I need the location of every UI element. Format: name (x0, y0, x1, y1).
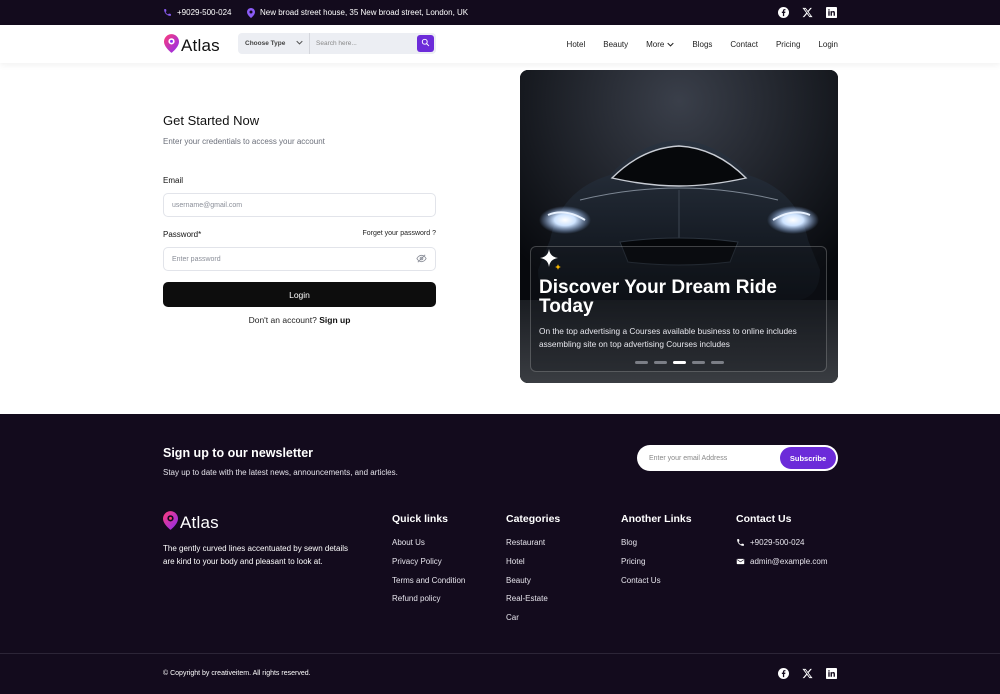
chevron-down-icon (667, 40, 675, 49)
hero-title: Discover Your Dream Ride Today (539, 277, 777, 317)
nav-item-login[interactable]: Login (818, 40, 838, 49)
password-field-placeholder: Enter password (172, 255, 221, 263)
brand-name: Atlas (181, 36, 220, 55)
quick-link-about[interactable]: About Us (392, 538, 465, 557)
x-icon[interactable] (801, 667, 813, 679)
quick-link-terms[interactable]: Terms and Condition (392, 576, 465, 595)
categories-title: Categories (506, 513, 561, 525)
no-account-text: Don't an account? (248, 315, 317, 325)
newsletter-title: Sign up to our newsletter (163, 446, 314, 460)
another-links-column: Another Links Blog Pricing Contact Us (621, 513, 692, 594)
contact-title: Contact Us (736, 513, 792, 525)
footer-divider (0, 653, 1000, 654)
topbar-address-text: New broad street house, 35 New broad str… (260, 8, 469, 17)
carousel-dot[interactable] (635, 361, 648, 364)
search-bar: Choose Type Search here... (238, 33, 436, 54)
contact-column: Contact Us +9029-500-024 admin@example.c… (736, 513, 827, 576)
nav-item-more[interactable]: More (646, 39, 675, 49)
nav-item-beauty[interactable]: Beauty (603, 40, 628, 49)
contact-email-text: admin@example.com (750, 556, 828, 566)
footer-brand-logo[interactable]: Atlas (163, 511, 219, 535)
subscribe-button[interactable]: Subscribe (780, 447, 836, 469)
carousel-dot-active[interactable] (673, 361, 686, 364)
eye-off-icon[interactable] (416, 253, 427, 266)
email-field[interactable]: username@gmail.com (163, 193, 436, 217)
phone-icon (163, 8, 172, 17)
password-field[interactable]: Enter password (163, 247, 436, 271)
nav-item-more-label: More (646, 39, 665, 49)
sparkle-icon (539, 248, 563, 277)
forgot-password-link[interactable]: Forget your password ? (362, 230, 436, 237)
choose-type-select[interactable]: Choose Type (238, 33, 310, 54)
form-title: Get Started Now (163, 113, 260, 128)
footer-social (777, 667, 837, 679)
signup-prompt: Don't an account? Sign up (163, 315, 436, 325)
newsletter-form: Enter your email Address Subscribe (637, 445, 838, 471)
contact-phone[interactable]: +9029-500-024 (736, 538, 827, 557)
top-bar: +9029-500-024 New broad street house, 35… (0, 0, 1000, 25)
topbar-phone-text: +9029-500-024 (177, 8, 232, 17)
atlas-pin-icon (164, 34, 179, 58)
quick-link-refund[interactable]: Refund policy (392, 594, 465, 613)
form-subtitle: Enter your credentials to access your ac… (163, 137, 325, 146)
chevron-down-icon (296, 40, 303, 47)
nav-menu: Hotel Beauty More Blogs Contact Pricing … (567, 25, 838, 63)
facebook-icon[interactable] (777, 7, 789, 19)
copyright-text: © Copyright by creativeitem. All rights … (163, 670, 311, 677)
newsletter-email-input[interactable]: Enter your email Address (649, 455, 727, 462)
location-pin-icon (247, 7, 255, 18)
atlas-pin-icon (163, 511, 178, 535)
choose-type-label: Choose Type (245, 40, 286, 47)
x-icon[interactable] (801, 7, 813, 19)
category-hotel[interactable]: Hotel (506, 557, 560, 576)
carousel-dot[interactable] (711, 361, 724, 364)
password-label: Password* (163, 230, 202, 239)
footer-description: The gently curved lines accentuated by s… (163, 544, 348, 566)
carousel-dot[interactable] (692, 361, 705, 364)
nav-item-pricing[interactable]: Pricing (776, 40, 800, 49)
nav-item-hotel[interactable]: Hotel (567, 40, 586, 49)
another-link-pricing[interactable]: Pricing (621, 557, 692, 576)
categories-column: Categories Restaurant Hotel Beauty Real-… (506, 513, 560, 632)
quick-link-privacy[interactable]: Privacy Policy (392, 557, 465, 576)
facebook-icon[interactable] (777, 667, 789, 679)
footer: Sign up to our newsletter Stay up to dat… (0, 414, 1000, 694)
newsletter-subtitle: Stay up to date with the latest news, an… (163, 468, 398, 477)
another-link-blog[interactable]: Blog (621, 538, 692, 557)
brand-logo[interactable]: Atlas (164, 34, 220, 58)
nav-item-contact[interactable]: Contact (730, 40, 758, 49)
nav-item-blogs[interactable]: Blogs (692, 40, 712, 49)
linkedin-icon[interactable] (825, 667, 837, 679)
category-beauty[interactable]: Beauty (506, 576, 560, 595)
main-nav: Atlas Choose Type Search here... Hotel B… (0, 25, 1000, 63)
topbar-address: New broad street house, 35 New broad str… (247, 0, 468, 25)
linkedin-icon[interactable] (825, 7, 837, 19)
category-car[interactable]: Car (506, 613, 560, 632)
another-link-contact[interactable]: Contact Us (621, 576, 692, 595)
footer-brand-name: Atlas (180, 513, 219, 532)
email-field-placeholder: username@gmail.com (172, 201, 243, 209)
category-restaurant[interactable]: Restaurant (506, 538, 560, 557)
topbar-social (777, 0, 837, 25)
contact-email[interactable]: admin@example.com (736, 557, 827, 576)
contact-phone-text: +9029-500-024 (750, 538, 805, 547)
mail-icon (736, 557, 745, 569)
carousel-dots (635, 361, 724, 364)
phone-icon (736, 538, 745, 550)
hero-card: Discover Your Dream Ride Today On the to… (520, 70, 838, 383)
search-button[interactable] (417, 35, 434, 52)
signup-link[interactable]: Sign up (319, 315, 350, 325)
search-icon (421, 38, 430, 49)
quick-links-column: Quick links About Us Privacy Policy Term… (392, 513, 465, 613)
login-button[interactable]: Login (163, 282, 436, 307)
category-real-estate[interactable]: Real-Estate (506, 594, 560, 613)
another-links-title: Another Links (621, 513, 692, 525)
topbar-phone[interactable]: +9029-500-024 (163, 0, 232, 25)
carousel-dot[interactable] (654, 361, 667, 364)
quick-links-title: Quick links (392, 513, 449, 525)
search-input[interactable]: Search here... (310, 40, 417, 47)
hero-description: On the top advertising a Courses availab… (539, 326, 797, 349)
email-label: Email (163, 176, 184, 185)
